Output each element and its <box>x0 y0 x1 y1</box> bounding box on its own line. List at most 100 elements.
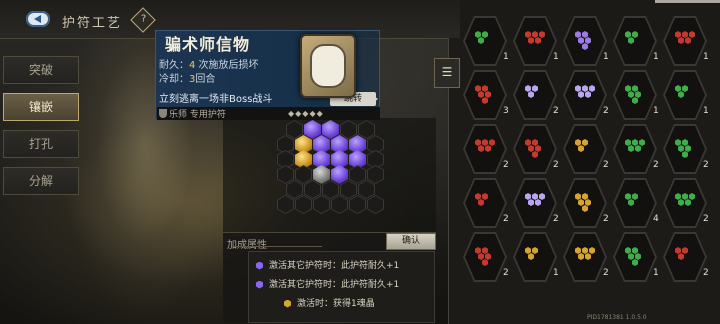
board-socket[interactable] <box>331 195 348 214</box>
charm-gem <box>528 199 534 206</box>
charm-gems-icon <box>675 139 697 159</box>
board-socket[interactable] <box>358 120 375 139</box>
page-title: 护符工艺 <box>62 16 123 31</box>
inventory-slot[interactable] <box>463 16 507 66</box>
back-button[interactable] <box>26 11 50 27</box>
inventory-slot[interactable] <box>613 232 657 282</box>
board-socket[interactable] <box>295 165 312 184</box>
charm-gem <box>682 139 688 146</box>
inventory-slot[interactable] <box>463 178 507 228</box>
charm-gems-icon <box>475 193 497 213</box>
board-socket[interactable] <box>322 180 339 199</box>
purple-gem-icon <box>256 280 263 289</box>
side-tabs: 突破 镶嵌 打孔 分解 <box>3 56 79 204</box>
board-socket[interactable] <box>277 195 294 214</box>
board-gem-purple[interactable] <box>304 120 321 139</box>
charm-gem <box>582 43 588 50</box>
amulet-card-icon <box>300 34 356 98</box>
inventory-slot[interactable] <box>563 124 607 174</box>
inventory-slot[interactable] <box>563 16 607 66</box>
version-label: PID1781381 1.0.5.0 <box>587 314 647 321</box>
charm-gems-icon <box>625 139 647 159</box>
charm-gem <box>528 145 534 152</box>
board-socket[interactable] <box>340 120 357 139</box>
board-socket[interactable] <box>286 120 303 139</box>
help-icon[interactable]: ? <box>130 7 156 33</box>
charm-gem <box>675 85 681 92</box>
charm-gems-icon <box>575 193 597 213</box>
inventory-slot[interactable] <box>663 16 707 66</box>
charm-gem <box>632 247 638 254</box>
board-socket[interactable] <box>295 195 312 214</box>
inventory-slot[interactable] <box>513 70 557 120</box>
charm-gem <box>678 37 684 44</box>
slot-count: 2 <box>603 160 609 170</box>
inventory-slot[interactable] <box>613 124 657 174</box>
inventory-slot[interactable] <box>663 70 707 120</box>
charm-gems-icon <box>625 247 647 267</box>
charm-gem <box>625 85 631 92</box>
charm-gem <box>532 247 538 254</box>
board-socket[interactable] <box>349 165 366 184</box>
charm-gem <box>685 37 691 44</box>
charm-gem <box>632 85 638 92</box>
charm-gem <box>485 91 491 98</box>
charm-gem <box>675 139 681 146</box>
charm-gem <box>585 253 591 260</box>
board-socket[interactable] <box>349 195 366 214</box>
charm-gem <box>475 247 481 254</box>
inventory-slot[interactable] <box>513 178 557 228</box>
inventory-slot[interactable] <box>463 70 507 120</box>
tab-punch[interactable]: 打孔 <box>3 130 79 158</box>
charm-gem <box>525 193 531 200</box>
filter-icon[interactable]: ☰ <box>434 58 460 88</box>
board-socket[interactable] <box>304 180 321 199</box>
inventory-slot[interactable] <box>563 232 607 282</box>
board-gem-purple[interactable] <box>322 120 339 139</box>
board-gem-purple[interactable] <box>331 165 348 184</box>
purple-gem-icon <box>256 261 263 270</box>
charm-gem <box>578 145 584 152</box>
charm-gem <box>678 91 684 98</box>
inventory-slot[interactable] <box>563 70 607 120</box>
board-socket[interactable] <box>286 180 303 199</box>
inventory-slot[interactable] <box>513 124 557 174</box>
inventory-slot[interactable] <box>463 232 507 282</box>
tab-decompose[interactable]: 分解 <box>3 167 79 195</box>
confirm-button[interactable]: 确认 <box>386 233 436 250</box>
charm-gem <box>535 145 541 152</box>
inventory-slot[interactable] <box>663 178 707 228</box>
board-socket[interactable] <box>358 180 375 199</box>
inventory-slot[interactable] <box>463 124 507 174</box>
attribute-row: 激活其它护符时：此护符耐久+1 <box>256 258 399 271</box>
board-gem-grey[interactable] <box>313 165 330 184</box>
board-socket[interactable] <box>367 165 384 184</box>
tab-breakthrough[interactable]: 突破 <box>3 56 79 84</box>
board-socket[interactable] <box>340 180 357 199</box>
tab-inlay[interactable]: 镶嵌 <box>3 93 79 121</box>
board-socket[interactable] <box>277 165 294 184</box>
board-socket[interactable] <box>367 195 384 214</box>
charm-gems-icon <box>475 85 497 105</box>
inventory-slot[interactable] <box>613 178 657 228</box>
inventory-slot[interactable] <box>513 16 557 66</box>
charm-gems-icon <box>675 31 697 51</box>
charm-gem <box>485 145 491 152</box>
charm-gem <box>525 247 531 254</box>
inventory-slot[interactable] <box>613 70 657 120</box>
charm-gem <box>578 253 584 260</box>
slot-count: 2 <box>603 268 609 278</box>
inventory-slot[interactable] <box>663 232 707 282</box>
board-socket[interactable] <box>313 195 330 214</box>
inventory-slot[interactable] <box>513 232 557 282</box>
inventory-slot[interactable] <box>613 16 657 66</box>
charm-gem <box>535 199 541 206</box>
slot-count: 1 <box>703 52 709 62</box>
item-description: 立刻逃离一场非Boss战斗 <box>159 94 273 105</box>
inlay-board[interactable] <box>223 118 436 232</box>
slot-count: 1 <box>553 52 559 62</box>
inventory-slot[interactable] <box>563 178 607 228</box>
charm-gem <box>682 85 688 92</box>
inventory-slot[interactable] <box>663 124 707 174</box>
charm-gems-icon <box>625 193 647 213</box>
